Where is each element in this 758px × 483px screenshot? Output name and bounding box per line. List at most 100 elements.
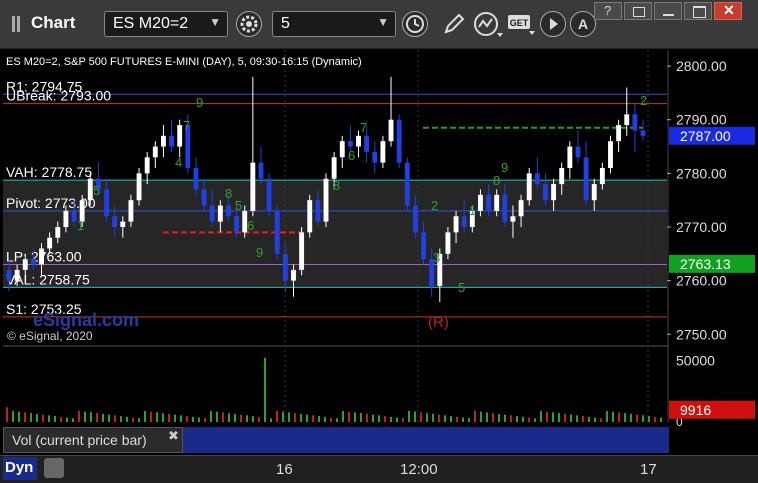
volume-bar <box>624 413 626 422</box>
volume-bar <box>54 416 56 422</box>
symbol-input[interactable]: ES M20=2 ▼ <box>104 11 228 37</box>
volume-bar <box>606 410 608 422</box>
grip-icon <box>12 16 15 32</box>
volume-bar <box>138 418 140 422</box>
sequence-count-label: 7 <box>183 118 190 133</box>
dynamic-mode-button[interactable]: Dyn <box>3 457 37 480</box>
time-label-17: 17 <box>640 461 657 478</box>
indicator-icon[interactable] <box>473 11 503 37</box>
volume-bar <box>18 411 20 422</box>
sequence-count-label: 5 <box>458 280 465 295</box>
candle-body <box>152 146 158 158</box>
maximize-button[interactable] <box>684 2 712 20</box>
sequence-count-label: 8 <box>225 186 232 201</box>
close-button[interactable]: ✕ <box>714 2 742 20</box>
volume-bar <box>558 413 560 422</box>
candle-body <box>30 259 36 265</box>
interval-input[interactable]: 5 ▼ <box>272 11 396 37</box>
interval-value: 5 <box>281 15 290 32</box>
chevron-down-icon[interactable]: ▼ <box>209 15 221 29</box>
volume-bar <box>450 416 452 422</box>
volume-bar <box>570 414 572 422</box>
volume-bar <box>462 417 464 422</box>
volume-bar <box>84 411 86 422</box>
volume-bar <box>204 418 206 422</box>
price-tick-label-0: 2800.00 <box>676 58 727 74</box>
volume-bar <box>636 414 638 422</box>
candle-body <box>104 189 109 217</box>
candle-body <box>339 141 345 158</box>
volume-bar <box>576 415 578 422</box>
volume-bar <box>168 413 170 422</box>
candle-body <box>421 232 426 260</box>
volume-bar <box>144 410 146 422</box>
price-tick-label-4: 2760.00 <box>676 273 727 289</box>
volume-bar <box>510 415 512 422</box>
settings-gear-icon[interactable] <box>236 11 262 37</box>
sequence-count-label: 6 <box>348 148 355 163</box>
candle-body <box>201 189 207 206</box>
volume-bar <box>234 413 236 422</box>
chevron-down-icon[interactable]: ▼ <box>377 15 389 29</box>
sequence-count-label: 3 <box>433 250 440 265</box>
candle-body <box>380 141 386 163</box>
volume-bar <box>654 416 656 422</box>
alert-icon[interactable]: A <box>570 11 596 37</box>
clock-icon[interactable] <box>402 11 428 37</box>
candle-body <box>608 141 613 168</box>
volume-bar <box>60 416 62 422</box>
volume-bar <box>162 413 164 422</box>
volume-bar <box>612 411 614 422</box>
volume-bar <box>120 416 122 422</box>
candle-body <box>14 269 20 281</box>
price-chart[interactable]: R1: 2794.75UBreak: 2793.00VAH: 2778.75Pi… <box>3 50 755 455</box>
candle-body <box>445 232 451 254</box>
candle-body <box>477 194 483 211</box>
candle-body <box>71 210 77 222</box>
candle-body <box>291 269 296 281</box>
pencil-icon[interactable] <box>441 11 467 37</box>
minimize-button[interactable] <box>654 2 682 20</box>
candle-body <box>177 125 183 147</box>
toolbar: Chart ES M20=2 ▼ 5 ▼ GET A ? ✕ <box>0 0 758 49</box>
close-icon[interactable]: ✖ <box>168 428 179 444</box>
get-data-icon[interactable]: GET <box>507 11 537 37</box>
candle-body <box>526 173 532 201</box>
candle-body <box>331 157 337 179</box>
price-tick-label-3: 2770.00 <box>676 219 727 235</box>
volume-bar <box>102 413 104 422</box>
volume-bar <box>600 418 602 422</box>
link-icon[interactable] <box>44 458 64 478</box>
reversal-marker: (R) <box>428 314 449 331</box>
sequence-count-label: 7 <box>360 120 367 135</box>
candle-body <box>55 227 61 238</box>
volume-bar <box>642 415 644 422</box>
candle-body <box>591 184 597 201</box>
play-icon[interactable] <box>540 11 566 37</box>
volume-bar <box>78 410 80 422</box>
help-button[interactable]: ? <box>594 2 622 20</box>
candle-body <box>250 162 256 211</box>
candle-body <box>412 205 418 233</box>
volume-bar <box>180 415 182 422</box>
volume-tick-label-50000: 50000 <box>676 352 715 368</box>
volume-bar <box>222 412 224 422</box>
price-tick-label-1: 2790.00 <box>676 112 727 128</box>
sequence-count-label: 2 <box>640 93 647 108</box>
candle-body <box>128 200 134 222</box>
level-label-1: UBreak: 2793.00 <box>6 88 111 104</box>
volume-panel-label[interactable]: Vol (current price bar) <box>3 427 183 453</box>
restore-button[interactable] <box>624 2 652 20</box>
volume-bar <box>336 418 338 422</box>
time-axis: 16 12:00 17 <box>0 455 758 483</box>
symbol-value: ES M20=2 <box>113 15 189 32</box>
sequence-count-label: 6 <box>247 218 254 233</box>
time-label-16: 16 <box>276 461 293 478</box>
volume-bar <box>534 418 536 422</box>
candle-body <box>22 259 28 270</box>
volume-bar <box>324 416 326 422</box>
candle-body <box>510 216 516 222</box>
volume-bar <box>354 412 356 422</box>
volume-bar <box>240 414 242 422</box>
candle-body <box>112 216 118 227</box>
